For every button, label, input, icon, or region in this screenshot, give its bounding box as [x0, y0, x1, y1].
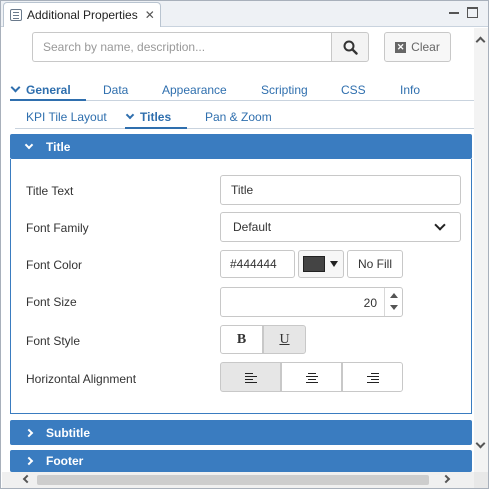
tab-general[interactable]: General — [10, 82, 71, 97]
tab-scripting[interactable]: Scripting — [261, 83, 308, 97]
title-bar: Additional Properties ✕ — [1, 1, 488, 27]
horizontal-alignment-label: Horizontal Alignment — [26, 372, 137, 386]
properties-window: Additional Properties ✕ ✕ Clear General … — [0, 0, 489, 489]
properties-view-icon — [10, 9, 22, 21]
tab-css[interactable]: CSS — [341, 83, 366, 97]
tab-general-label: General — [26, 83, 71, 97]
bold-button[interactable]: B — [220, 325, 263, 354]
caret-down-icon — [330, 261, 338, 267]
tab-info[interactable]: Info — [400, 83, 420, 97]
subtab-titles[interactable]: Titles — [125, 110, 172, 124]
decrement-arrow-icon[interactable] — [390, 305, 398, 310]
subtab-titles-label: Titles — [140, 110, 172, 124]
chevron-right-icon — [24, 428, 34, 437]
scroll-right-icon[interactable] — [441, 474, 451, 484]
clear-button[interactable]: ✕ Clear — [384, 32, 451, 62]
increment-arrow-icon[interactable] — [390, 293, 398, 298]
section-footer-header[interactable]: Footer — [10, 450, 472, 472]
active-tab-indicator — [10, 99, 86, 101]
chevron-down-icon — [24, 140, 34, 149]
font-family-label: Font Family — [26, 221, 89, 235]
chevron-right-icon — [24, 456, 34, 466]
font-color-picker-button[interactable] — [298, 250, 344, 278]
section-title-header[interactable]: Title — [10, 134, 472, 159]
font-family-select[interactable]: Default — [220, 212, 461, 242]
horizontal-scrollbar[interactable] — [2, 472, 474, 488]
maximize-button[interactable] — [467, 7, 478, 18]
search-input[interactable] — [32, 32, 331, 62]
font-size-label: Font Size — [26, 295, 77, 309]
title-text-label: Title Text — [26, 184, 74, 198]
horizontal-scroll-thumb[interactable] — [37, 475, 429, 485]
main-tab-bar: General Data Appearance Scripting CSS In… — [10, 77, 476, 101]
font-color-input[interactable]: #444444 — [220, 250, 295, 278]
font-family-value: Default — [233, 220, 272, 234]
section-footer-label: Footer — [46, 454, 84, 468]
active-subtab-indicator — [125, 127, 187, 129]
chevron-down-icon — [434, 219, 446, 231]
section-subtitle-label: Subtitle — [46, 425, 90, 440]
search-icon — [343, 40, 358, 55]
clear-x-icon: ✕ — [395, 41, 407, 53]
font-color-label: Font Color — [26, 258, 83, 272]
align-left-icon — [244, 372, 257, 383]
font-size-value: 20 — [363, 296, 377, 310]
chevron-down-icon — [125, 110, 135, 120]
subtab-pan-zoom[interactable]: Pan & Zoom — [205, 110, 272, 124]
vertical-scrollbar[interactable] — [474, 28, 488, 472]
align-center-icon — [305, 372, 318, 383]
tab-appearance[interactable]: Appearance — [162, 83, 227, 97]
align-right-icon — [366, 372, 379, 383]
font-style-label: Font Style — [26, 334, 81, 348]
stepper-arrows — [384, 288, 402, 316]
chevron-down-icon — [10, 82, 21, 93]
align-center-button[interactable] — [281, 362, 342, 392]
underline-button[interactable]: U — [263, 325, 306, 354]
subtab-kpi-tile-layout[interactable]: KPI Tile Layout — [26, 110, 107, 124]
section-title-label: Title — [46, 139, 71, 154]
align-left-button[interactable] — [220, 362, 281, 392]
search-button[interactable] — [331, 32, 369, 62]
scroll-up-icon[interactable] — [475, 36, 486, 47]
view-tab-additional-properties[interactable]: Additional Properties ✕ — [3, 2, 161, 27]
scroll-left-icon[interactable] — [22, 474, 32, 484]
section-subtitle-header[interactable]: Subtitle — [10, 420, 472, 445]
view-tab-title: Additional Properties — [27, 8, 138, 22]
tab-data[interactable]: Data — [103, 83, 128, 97]
close-icon[interactable]: ✕ — [145, 8, 155, 22]
no-fill-button[interactable]: No Fill — [347, 250, 403, 278]
scrollbar-corner — [474, 472, 488, 488]
clear-button-label: Clear — [411, 40, 440, 54]
font-size-stepper[interactable]: 20 — [220, 287, 403, 317]
title-text-input[interactable]: Title — [220, 175, 461, 205]
color-swatch — [303, 256, 325, 272]
scroll-down-icon[interactable] — [475, 438, 486, 449]
minimize-button[interactable] — [449, 7, 460, 18]
align-right-button[interactable] — [342, 362, 403, 392]
sub-tab-bar: KPI Tile Layout Titles Pan & Zoom — [15, 105, 476, 129]
